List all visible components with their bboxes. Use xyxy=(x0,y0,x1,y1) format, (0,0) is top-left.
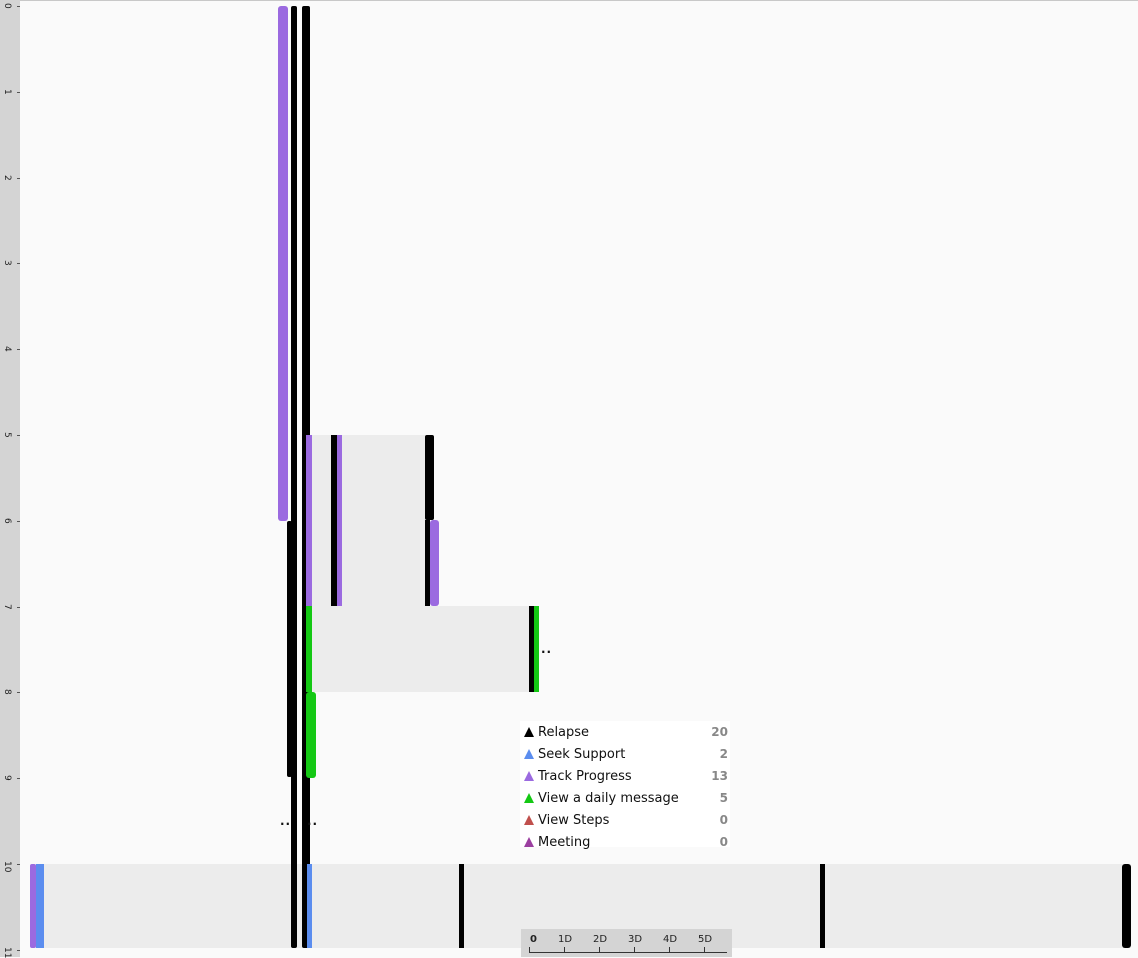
scale-tick xyxy=(634,947,635,952)
legend-label: Track Progress xyxy=(538,768,632,784)
time-scale: 0 1D 2D 3D 4D 5D xyxy=(521,929,732,957)
scale-tick xyxy=(599,947,600,952)
triangle-icon xyxy=(524,727,534,737)
relapse-bar[interactable] xyxy=(1122,864,1131,948)
track-progress-bar[interactable] xyxy=(337,435,342,606)
scale-tick xyxy=(564,947,565,952)
triangle-icon xyxy=(524,771,534,781)
legend-count: 5 xyxy=(719,791,728,805)
legend-label: Seek Support xyxy=(538,746,626,762)
relapse-bar[interactable] xyxy=(291,6,297,948)
relapse-bar[interactable] xyxy=(425,520,430,606)
scale-label: 4D xyxy=(663,934,678,945)
scale-line xyxy=(529,952,727,953)
legend-label: View Steps xyxy=(538,812,610,828)
triangle-icon xyxy=(524,793,534,803)
timeline-frame: 0 1 2 3 4 5 6 7 8 9 10 11 .. .. .. Relapse 20 Seek Su… xyxy=(0,0,1138,958)
overflow-marker[interactable]: .. xyxy=(307,815,318,827)
track-progress-bar[interactable] xyxy=(30,864,36,948)
legend-item[interactable]: View a daily message 5 xyxy=(520,787,730,809)
triangle-icon xyxy=(524,837,534,847)
relapse-bar[interactable] xyxy=(425,435,434,520)
relapse-bar[interactable] xyxy=(287,521,292,777)
scale-label: 1D xyxy=(558,934,573,945)
track-progress-bar[interactable] xyxy=(278,6,288,521)
session-band[interactable] xyxy=(307,606,531,692)
scale-label: 3D xyxy=(628,934,643,945)
legend-count: 0 xyxy=(719,835,728,849)
legend-count: 0 xyxy=(719,813,728,827)
track-progress-bar[interactable] xyxy=(306,435,312,606)
daily-message-bar[interactable] xyxy=(534,606,539,692)
legend-count: 20 xyxy=(711,725,728,739)
relapse-bar[interactable] xyxy=(459,864,464,948)
daily-message-bar[interactable] xyxy=(306,692,316,778)
relapse-bar[interactable] xyxy=(529,606,534,692)
legend-count: 13 xyxy=(711,769,728,783)
seek-support-bar[interactable] xyxy=(36,864,44,948)
legend-item[interactable]: Seek Support 2 xyxy=(520,743,730,765)
scale-label: 5D xyxy=(698,934,713,945)
overflow-marker[interactable]: .. xyxy=(280,815,291,827)
legend-count: 2 xyxy=(719,747,728,761)
scale-label: 2D xyxy=(593,934,608,945)
scale-tick xyxy=(669,947,670,952)
track-progress-bar[interactable] xyxy=(430,520,439,606)
legend-item[interactable]: View Steps 0 xyxy=(520,809,730,831)
legend-item[interactable]: Relapse 20 xyxy=(520,721,730,743)
legend-panel: Relapse 20 Seek Support 2 Track Progress 13 Vi… xyxy=(520,721,730,850)
scale-label: 0 xyxy=(530,934,537,945)
legend-label: View a daily message xyxy=(538,790,679,806)
daily-message-bar[interactable] xyxy=(306,606,312,692)
legend-item[interactable]: Meeting 0 xyxy=(520,831,730,853)
overflow-marker[interactable]: .. xyxy=(541,643,552,655)
relapse-bar[interactable] xyxy=(820,864,825,948)
seek-support-bar[interactable] xyxy=(307,864,312,948)
legend-item[interactable]: Track Progress 13 xyxy=(520,765,730,787)
triangle-icon xyxy=(524,815,534,825)
scale-tick xyxy=(529,947,530,952)
relapse-bar[interactable] xyxy=(331,435,337,606)
legend-label: Meeting xyxy=(538,834,591,850)
legend-label: Relapse xyxy=(538,724,590,740)
triangle-icon xyxy=(524,749,534,759)
session-band[interactable] xyxy=(307,435,427,606)
scale-tick xyxy=(704,947,705,952)
